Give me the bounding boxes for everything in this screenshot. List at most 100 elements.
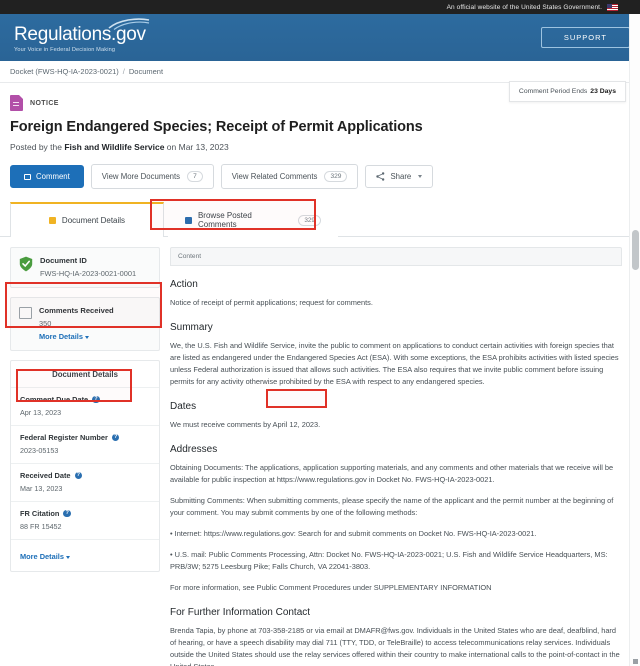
federal-register-number-value: 2023-05153 (20, 446, 150, 455)
comment-period-value: 23 Days (590, 88, 616, 95)
comment-square-icon (19, 307, 32, 319)
content-area: Document ID FWS-HQ-IA-2023-0021-0001 Com… (0, 237, 640, 666)
posted-prefix: Posted by the (10, 142, 62, 152)
content-tab-label: Content (170, 247, 622, 266)
section-bullet: • Internet: https://www.regulations.gov:… (170, 528, 622, 540)
comment-period-label: Comment Period Ends (519, 88, 587, 95)
support-button[interactable]: SUPPORT (541, 27, 630, 48)
comments-more-details-label: More Details (39, 332, 83, 341)
gov-banner-text: An official website of the United States… (447, 4, 602, 11)
comment-button[interactable]: Comment (10, 165, 84, 188)
help-icon[interactable]: ? (92, 396, 100, 404)
received-date-value: Mar 13, 2023 (20, 484, 150, 493)
help-icon[interactable]: ? (75, 472, 83, 480)
help-icon[interactable]: ? (112, 434, 120, 442)
comment-due-date-label: Comment Due Date (20, 395, 88, 404)
us-flag-icon (607, 4, 618, 11)
section-heading-addresses: Addresses (170, 444, 622, 455)
section-paragraph: Obtaining Documents: The applications, a… (170, 462, 622, 486)
tab-document-details[interactable]: Document Details (10, 202, 164, 237)
document-type-label: NOTICE (30, 100, 59, 107)
document-id-card: Document ID FWS-HQ-IA-2023-0021-0001 (10, 247, 160, 288)
shield-check-icon (19, 256, 33, 272)
comment-button-label: Comment (36, 172, 70, 181)
notice-document-icon (10, 95, 23, 111)
view-more-documents-count: 7 (187, 171, 203, 182)
comments-received-card: Comments Received 350 More Details (10, 297, 160, 351)
received-date-label: Received Date (20, 471, 71, 480)
document-header: Comment Period Ends23 Days NOTICE Foreig… (0, 83, 640, 189)
detail-federal-register-number: Federal Register Number? 2023-05153 (11, 425, 159, 463)
breadcrumb-separator: / (123, 67, 125, 76)
detail-comment-due-date: Comment Due Date? Apr 13, 2023 (11, 387, 159, 425)
share-icon (376, 172, 385, 181)
sidebar-more-details-link[interactable]: More Details (20, 552, 150, 561)
page-title: Foreign Endangered Species; Receipt of P… (10, 119, 630, 135)
view-related-comments-count: 329 (324, 171, 347, 182)
detail-received-date: Received Date? Mar 13, 2023 (11, 463, 159, 501)
document-details-title: Document Details (11, 361, 159, 387)
section-paragraph: Submitting Comments: When submitting com… (170, 495, 622, 519)
share-button[interactable]: Share (365, 165, 433, 188)
posted-by-line: Posted by the Fish and Wildlife Service … (10, 142, 630, 152)
site-header: Regulations.gov Your Voice in Federal De… (0, 14, 640, 61)
document-action-buttons: Comment View More Documents 7 View Relat… (10, 164, 630, 189)
chevron-down-icon (418, 175, 422, 178)
detail-fr-citation: FR Citation? 88 FR 15452 (11, 501, 159, 539)
view-more-documents-button[interactable]: View More Documents 7 (91, 164, 214, 189)
share-button-label: Share (390, 172, 411, 181)
official-government-banner: An official website of the United States… (0, 0, 640, 14)
breadcrumb-docket-link[interactable]: Docket (FWS-HQ-IA-2023-0021) (10, 67, 119, 76)
view-more-documents-label: View More Documents (102, 172, 180, 181)
section-heading-contact: For Further Information Contact (170, 607, 622, 618)
section-paragraph: We, the U.S. Fish and Wildlife Service, … (170, 340, 622, 388)
tab-browse-posted-comments[interactable]: Browse Posted Comments 329 (168, 202, 338, 237)
chevron-down-icon (66, 556, 70, 559)
brand-tagline: Your Voice in Federal Decision Making (14, 47, 146, 53)
breadcrumb: Docket (FWS-HQ-IA-2023-0021) / Document (0, 61, 640, 83)
regulations-gov-document-page: An official website of the United States… (0, 0, 640, 666)
tab-browse-posted-comments-count: 329 (298, 215, 321, 226)
chevron-down-icon (85, 336, 89, 339)
section-bullet: • U.S. mail: Public Comments Processing,… (170, 549, 622, 573)
document-details-panel: Document Details Comment Due Date? Apr 1… (10, 360, 160, 572)
scrollbar-thumb[interactable] (632, 230, 639, 270)
tab-document-details-label: Document Details (62, 216, 125, 225)
scrollbar-down-arrow[interactable] (633, 659, 638, 664)
document-details-icon (49, 217, 56, 224)
fr-citation-label: FR Citation (20, 509, 59, 518)
posted-date: on Mar 13, 2023 (167, 142, 229, 152)
document-content: Content Action Notice of receipt of perm… (170, 247, 630, 666)
document-id-label: Document ID (40, 256, 151, 265)
document-tabs: Document Details Browse Posted Comments … (0, 202, 640, 237)
comment-period-badge: Comment Period Ends23 Days (509, 81, 626, 102)
help-icon[interactable]: ? (63, 510, 71, 518)
breadcrumb-current: Document (129, 67, 163, 76)
view-related-comments-button[interactable]: View Related Comments 329 (221, 164, 359, 189)
sidebar-more-details-label: More Details (20, 552, 64, 561)
view-related-comments-label: View Related Comments (232, 172, 318, 181)
section-heading-action: Action (170, 279, 622, 290)
document-id-value: FWS-HQ-IA-2023-0021-0001 (40, 269, 151, 278)
section-paragraph: For more information, see Public Comment… (170, 582, 622, 594)
federal-register-number-label: Federal Register Number (20, 433, 108, 442)
posting-agency: Fish and Wildlife Service (64, 142, 164, 152)
fr-citation-value: 88 FR 15452 (20, 522, 150, 531)
comment-due-date-value: Apr 13, 2023 (20, 408, 150, 417)
comments-received-value: 350 (39, 319, 151, 328)
section-heading-summary: Summary (170, 322, 622, 333)
vertical-scrollbar[interactable] (629, 14, 640, 666)
section-paragraph-dates: We must receive comments by April 12, 20… (170, 419, 622, 431)
comments-more-details-link[interactable]: More Details (39, 332, 151, 341)
section-paragraph: Brenda Tapia, by phone at 703-358-2185 o… (170, 625, 622, 666)
brand-name: Regulations.gov (14, 25, 146, 44)
site-logo[interactable]: Regulations.gov Your Voice in Federal De… (14, 23, 146, 53)
comment-icon (24, 174, 31, 180)
browse-comments-icon (185, 217, 192, 224)
comments-received-label: Comments Received (39, 306, 151, 315)
document-sidebar: Document ID FWS-HQ-IA-2023-0021-0001 Com… (10, 247, 160, 666)
section-paragraph: Notice of receipt of permit applications… (170, 297, 622, 309)
details-footer: More Details (11, 539, 159, 571)
tab-browse-posted-comments-label: Browse Posted Comments (198, 211, 292, 229)
section-heading-dates: Dates (170, 401, 622, 412)
